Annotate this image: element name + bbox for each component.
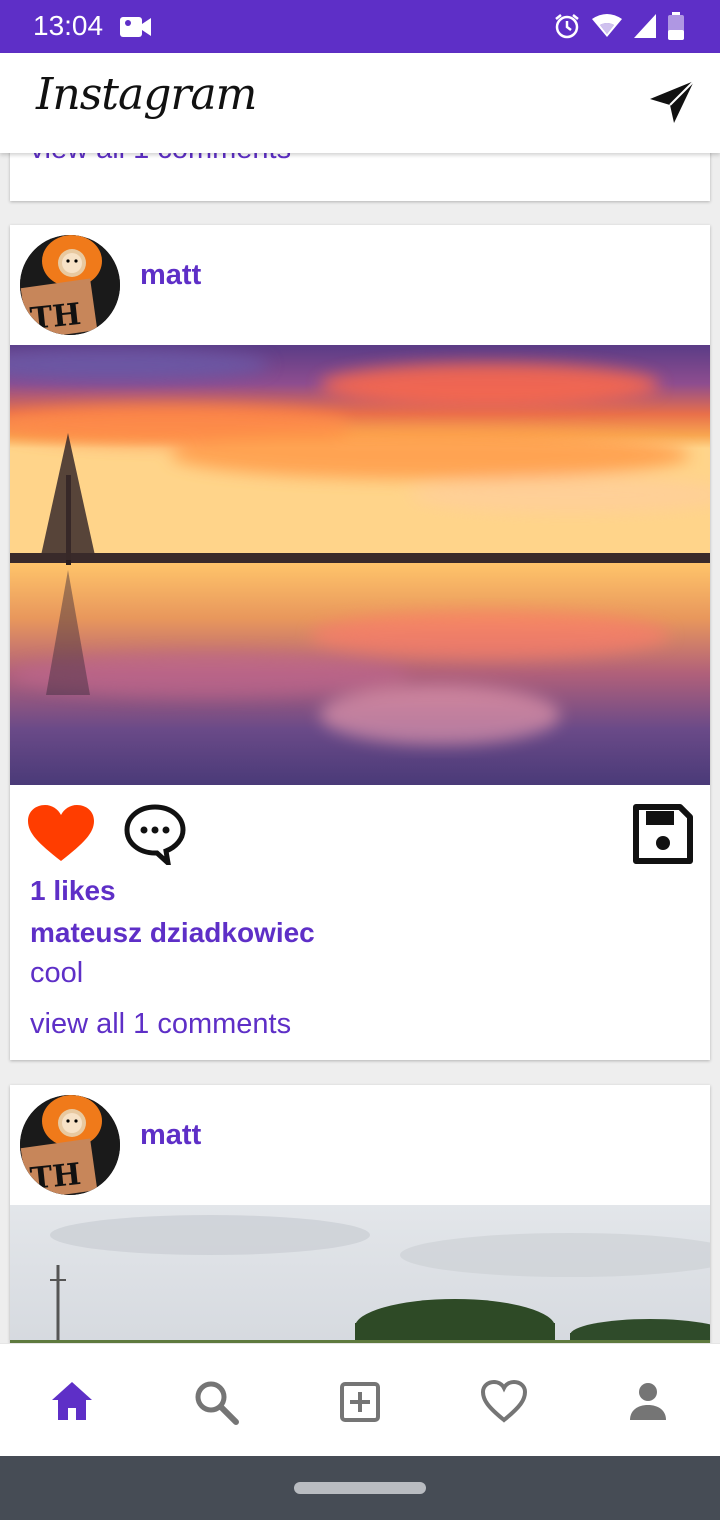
post-author[interactable]: matt [140, 1119, 201, 1152]
battery-icon [668, 12, 684, 45]
svg-text:TH: TH [29, 297, 83, 335]
post-author[interactable]: matt [140, 259, 201, 292]
alarm-icon [554, 13, 580, 44]
svg-text:TH: TH [29, 1157, 83, 1195]
add-box-icon[interactable] [336, 1378, 384, 1426]
person-icon[interactable] [624, 1378, 672, 1426]
wifi-icon [592, 14, 622, 43]
signal-icon [634, 14, 656, 43]
likes-count: 1 likes [30, 875, 116, 906]
home-gesture-pill[interactable] [294, 1482, 426, 1494]
post-card: view all 1 comments [10, 153, 710, 201]
post-actions [10, 785, 710, 871]
post-header: TH matt [10, 1085, 710, 1205]
status-time: 13:04 [33, 10, 104, 41]
bottom-nav [0, 1343, 720, 1457]
heart-filled-icon[interactable] [28, 805, 94, 868]
status-icons [554, 12, 684, 45]
caption-author[interactable]: mateusz dziadkowiec [30, 917, 315, 949]
system-navigation-bar [0, 1456, 720, 1520]
post-details: 1 likes mateusz dziadkowiec cool view al… [30, 875, 315, 1041]
post-header: TH matt [10, 225, 710, 345]
save-icon[interactable] [632, 803, 694, 870]
view-comments-link[interactable]: view all 1 comments [30, 153, 291, 166]
view-comments-link[interactable]: view all 1 comments [30, 1008, 315, 1041]
post-card: TH matt [10, 1085, 710, 1343]
app-logo: Instagram [36, 69, 257, 120]
send-icon[interactable] [648, 79, 696, 130]
avatar[interactable]: TH [20, 1095, 120, 1195]
comment-icon[interactable] [124, 803, 186, 870]
app-bar: Instagram [0, 53, 720, 153]
post-card: TH matt [10, 225, 710, 1060]
video-camera-icon [120, 14, 152, 45]
feed: view all 1 comments TH matt [0, 153, 720, 1343]
caption-text: cool [30, 957, 84, 989]
heart-outline-icon[interactable] [480, 1378, 528, 1426]
status-bar: 13:04 [0, 0, 720, 53]
post-image[interactable] [10, 1205, 710, 1343]
avatar[interactable]: TH [20, 235, 120, 335]
home-icon[interactable] [48, 1378, 96, 1426]
search-icon[interactable] [192, 1378, 240, 1426]
post-image[interactable] [10, 345, 710, 785]
